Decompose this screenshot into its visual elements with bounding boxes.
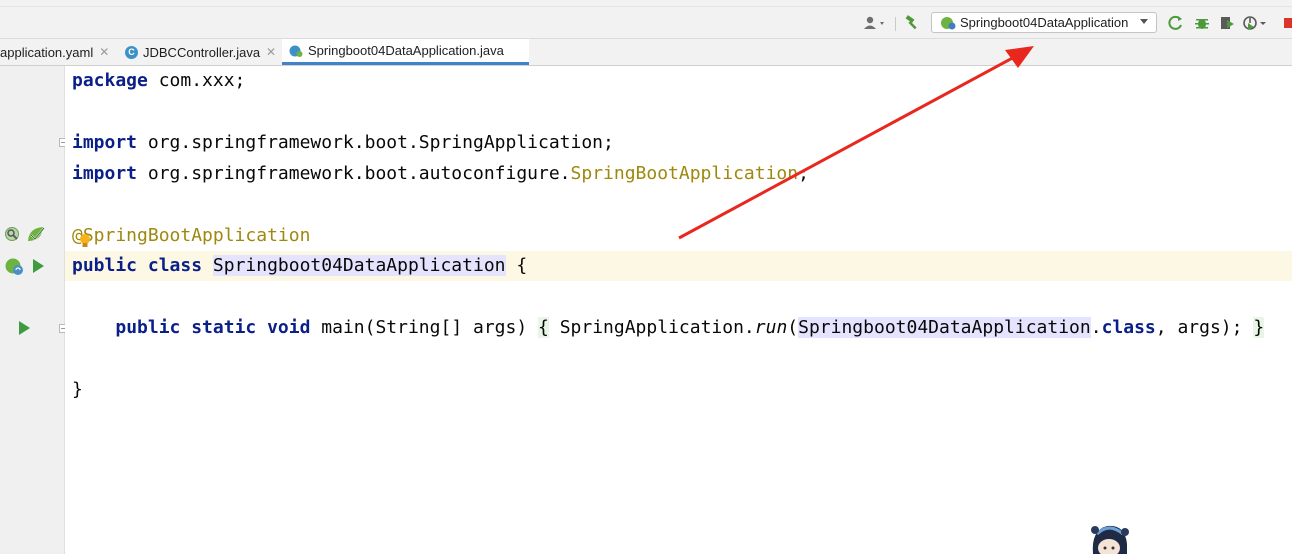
run-configuration-selector[interactable]: Springboot04DataApplication — [931, 12, 1157, 33]
tab-application-yaml[interactable]: application.yaml ✕ — [0, 39, 109, 65]
spring-boot-icon — [940, 16, 956, 30]
editor-gutter — [0, 66, 68, 554]
chevron-down-icon — [1140, 19, 1148, 24]
tab-jdbc-controller[interactable]: C JDBCController.java ✕ — [125, 39, 276, 65]
code-line-9: public static void main(String[] args) {… — [115, 317, 1265, 338]
code-line-4: import org.springframework.boot.autoconf… — [72, 163, 809, 184]
spring-boot-class-icon — [289, 44, 303, 58]
coverage-icon[interactable] — [1218, 14, 1236, 32]
spring-boot-run-icon[interactable] — [4, 257, 26, 277]
toolbar-separator — [895, 17, 896, 31]
close-icon[interactable]: ✕ — [99, 45, 109, 59]
rerun-icon[interactable] — [1167, 14, 1185, 32]
code-editor[interactable]: package com.xxx; import org.springframew… — [65, 66, 1292, 554]
debug-icon[interactable] — [1193, 14, 1211, 32]
hammer-icon[interactable] — [903, 14, 921, 32]
tab-label: Springboot04DataApplication.java — [308, 43, 504, 58]
close-icon[interactable]: ✕ — [266, 45, 276, 59]
run-main-icon[interactable] — [16, 319, 32, 337]
toolbar: Springboot04DataApplication — [0, 7, 1292, 39]
editor-tab-bar: application.yaml ✕ C JDBCController.java… — [0, 39, 1292, 66]
mascot-avatar-image — [1085, 520, 1133, 557]
tab-label: application.yaml — [0, 44, 94, 60]
code-line-11: } — [72, 379, 83, 400]
stop-icon[interactable] — [1284, 14, 1292, 32]
spring-bean-check-icon[interactable] — [26, 225, 46, 245]
lightbulb-icon[interactable] — [78, 232, 92, 250]
code-line-3: import org.springframework.boot.SpringAp… — [72, 132, 614, 153]
run-configuration-label: Springboot04DataApplication — [960, 15, 1129, 30]
user-icon[interactable] — [862, 14, 888, 32]
code-line-1: package com.xxx; — [72, 70, 246, 91]
code-line-7: public class Springboot04DataApplication… — [72, 255, 528, 276]
code-line-6: @SpringBootApplication — [72, 225, 311, 246]
tab-label: JDBCController.java — [143, 44, 261, 60]
tab-springboot04-data-application[interactable]: Springboot04DataApplication.java — [282, 39, 529, 65]
window-title-strip — [0, 0, 1292, 7]
profile-icon[interactable] — [1242, 14, 1268, 32]
search-bean-icon[interactable] — [4, 226, 22, 244]
run-class-icon[interactable] — [30, 257, 46, 275]
java-class-icon: C — [125, 45, 138, 59]
